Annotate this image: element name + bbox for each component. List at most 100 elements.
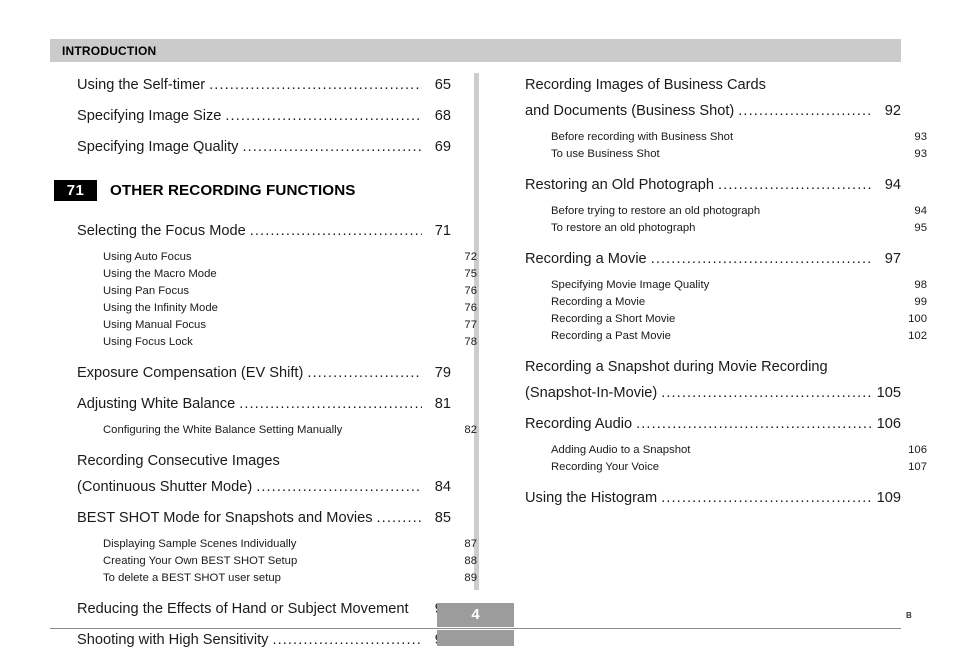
toc-entry-label: Reducing the Effects of Hand or Subject … <box>77 601 409 617</box>
toc-entry[interactable]: Using Manual Focus 77 <box>77 317 477 334</box>
toc-entry-label: Adding Audio to a Snapshot <box>551 444 691 456</box>
toc-entry-label: Exposure Compensation (EV Shift) <box>77 365 304 381</box>
toc-dot-leader <box>636 411 872 437</box>
toc-entry[interactable]: Specifying Movie Image Quality 98 <box>525 277 927 294</box>
toc-entry-label: Using the Self-timer <box>77 77 206 93</box>
toc-entry-label: Using Manual Focus <box>103 319 206 331</box>
toc-entry-label: (Snapshot-In-Movie) <box>525 385 658 401</box>
toc-entry-page-number: 89 <box>464 572 477 584</box>
toc-entry[interactable]: Adjusting White Balance 81 <box>77 391 451 417</box>
toc-entry[interactable]: BEST SHOT Mode for Snapshots and Movies 8… <box>77 505 451 531</box>
toc-entry[interactable]: Specifying Image Size 68 <box>77 103 451 129</box>
toc-entry[interactable]: Adding Audio to a Snapshot 106 <box>525 442 927 459</box>
section-header-bar: INTRODUCTION <box>50 39 901 62</box>
toc-entry-label: Using Auto Focus <box>103 251 192 263</box>
toc-entry[interactable]: Exposure Compensation (EV Shift) 79 <box>77 360 451 386</box>
toc-entry[interactable]: To delete a BEST SHOT user setup 89 <box>77 570 477 587</box>
toc-entry-label: To delete a BEST SHOT user setup <box>103 572 281 584</box>
toc-entry-label: Recording Consecutive Images <box>77 453 280 469</box>
toc-entry-page-number: 78 <box>464 336 477 348</box>
toc-dot-leader <box>256 474 422 500</box>
toc-entry-page-number: 99 <box>914 296 927 308</box>
toc-dot-leader <box>661 485 872 511</box>
toc-entry[interactable]: Recording Audio 106 <box>525 411 901 437</box>
toc-entry[interactable]: Creating Your Own BEST SHOT Setup 88 <box>77 553 477 570</box>
toc-entry[interactable]: (Snapshot-In-Movie) 105 <box>525 380 901 406</box>
toc-entry[interactable]: (Continuous Shutter Mode) 84 <box>77 474 451 500</box>
toc-entry[interactable]: Using Auto Focus 72 <box>77 249 477 266</box>
toc-entry-page-number: 107 <box>908 461 927 473</box>
toc-entry[interactable]: Specifying Image Quality 69 <box>77 134 451 160</box>
toc-entry-label: Shooting with High Sensitivity <box>77 632 269 648</box>
toc-entry-label: Restoring an Old Photograph <box>525 177 715 193</box>
toc-entry-page-number: 106 <box>908 444 927 456</box>
toc-list-right: Recording Images of Business Cards and Do… <box>525 72 927 511</box>
toc-entry[interactable]: Before recording with Business Shot 93 <box>525 129 927 146</box>
toc-dot-leader <box>272 627 422 653</box>
toc-entry-page-number: 92 <box>884 103 901 119</box>
toc-entry[interactable]: and Documents (Business Shot) 92 <box>525 98 901 124</box>
toc-entry-label: To restore an old photograph <box>551 222 696 234</box>
toc-entry-label: Adjusting White Balance <box>77 396 236 412</box>
toc-entry[interactable]: Recording Your Voice 107 <box>525 459 927 476</box>
toc-entry[interactable]: Configuring the White Balance Setting Ma… <box>77 422 477 439</box>
toc-entry-page-number: 93 <box>914 131 927 143</box>
toc-entry-label: BEST SHOT Mode for Snapshots and Movies <box>77 510 373 526</box>
toc-list-left-main: Selecting the Focus Mode 71 Using Auto Foc… <box>77 218 477 653</box>
toc-entry-page-number: 94 <box>914 205 927 217</box>
toc-list-left-top: Using the Self-timer 65 Specifying Image S… <box>77 72 451 160</box>
toc-entry[interactable]: Using the Histogram 109 <box>525 485 901 511</box>
toc-entry[interactable]: Using the Infinity Mode 76 <box>77 300 477 317</box>
toc-entry[interactable]: Recording a Short Movie 100 <box>525 311 927 328</box>
toc-entry[interactable]: Recording Consecutive Images <box>77 448 451 474</box>
toc-gap <box>525 163 901 172</box>
toc-entry-label: Using Pan Focus <box>103 285 190 297</box>
toc-entry-page-number: 82 <box>464 424 477 436</box>
toc-entry[interactable]: Recording a Past Movie 102 <box>525 328 927 345</box>
toc-entry[interactable]: Selecting the Focus Mode 71 <box>77 218 451 244</box>
toc-dot-leader <box>242 134 422 160</box>
toc-entry-label: Using the Macro Mode <box>103 268 217 280</box>
toc-entry[interactable]: To use Business Shot 93 <box>525 146 927 163</box>
toc-entry-page-number: 76 <box>464 285 477 297</box>
toc-entry-label: Using Focus Lock <box>103 336 193 348</box>
toc-entry-page-number: 77 <box>464 319 477 331</box>
toc-entry[interactable]: Recording a Snapshot during Movie Record… <box>525 354 901 380</box>
toc-dot-leader <box>377 505 422 531</box>
toc-entry-label: and Documents (Business Shot) <box>525 103 735 119</box>
toc-entry[interactable]: Displaying Sample Scenes Individually 87 <box>77 536 477 553</box>
toc-entry-page-number: 81 <box>434 396 451 412</box>
toc-dot-leader <box>250 218 422 244</box>
toc-entry-label: Recording a Short Movie <box>551 313 676 325</box>
toc-entry[interactable]: Using Pan Focus 76 <box>77 283 477 300</box>
toc-column-left: Using the Self-timer 65 Specifying Image S… <box>54 72 477 653</box>
toc-entry[interactable]: Before trying to restore an old photogra… <box>525 203 927 220</box>
toc-entry-page-number: 93 <box>914 148 927 160</box>
toc-entry-page-number: 100 <box>908 313 927 325</box>
toc-gap <box>77 587 451 596</box>
toc-entry[interactable]: Recording a Movie 97 <box>525 246 901 272</box>
toc-entry-label: To use Business Shot <box>551 148 660 160</box>
footer-page-block-bottom <box>437 630 514 646</box>
toc-entry[interactable]: Recording Images of Business Cards <box>525 72 901 98</box>
toc-entry-page-number: 68 <box>434 108 451 124</box>
toc-dot-leader <box>661 380 872 406</box>
toc-entry-label: Before recording with Business Shot <box>551 131 734 143</box>
toc-dot-leader <box>738 98 872 124</box>
toc-entry[interactable]: Using the Self-timer 65 <box>77 72 451 98</box>
toc-entry-label: Displaying Sample Scenes Individually <box>103 538 297 550</box>
toc-entry-label: (Continuous Shutter Mode) <box>77 479 253 495</box>
toc-entry-page-number: 72 <box>464 251 477 263</box>
toc-entry-page-number: 106 <box>876 416 901 432</box>
toc-entry[interactable]: Shooting with High Sensitivity91 <box>77 627 451 653</box>
toc-entry[interactable]: Using Focus Lock 78 <box>77 334 477 351</box>
toc-entry[interactable]: Reducing the Effects of Hand or Subject … <box>77 596 451 622</box>
toc-entry-page-number: 87 <box>464 538 477 550</box>
page-title: INTRODUCTION <box>62 43 157 58</box>
toc-entry-label: Using the Infinity Mode <box>103 302 218 314</box>
toc-entry[interactable]: Recording a Movie 99 <box>525 294 927 311</box>
toc-entry[interactable]: Using the Macro Mode 75 <box>77 266 477 283</box>
toc-entry[interactable]: Restoring an Old Photograph 94 <box>525 172 901 198</box>
toc-entry[interactable]: To restore an old photograph 95 <box>525 220 927 237</box>
chapter-heading: 71 OTHER RECORDING FUNCTIONS <box>54 180 451 201</box>
